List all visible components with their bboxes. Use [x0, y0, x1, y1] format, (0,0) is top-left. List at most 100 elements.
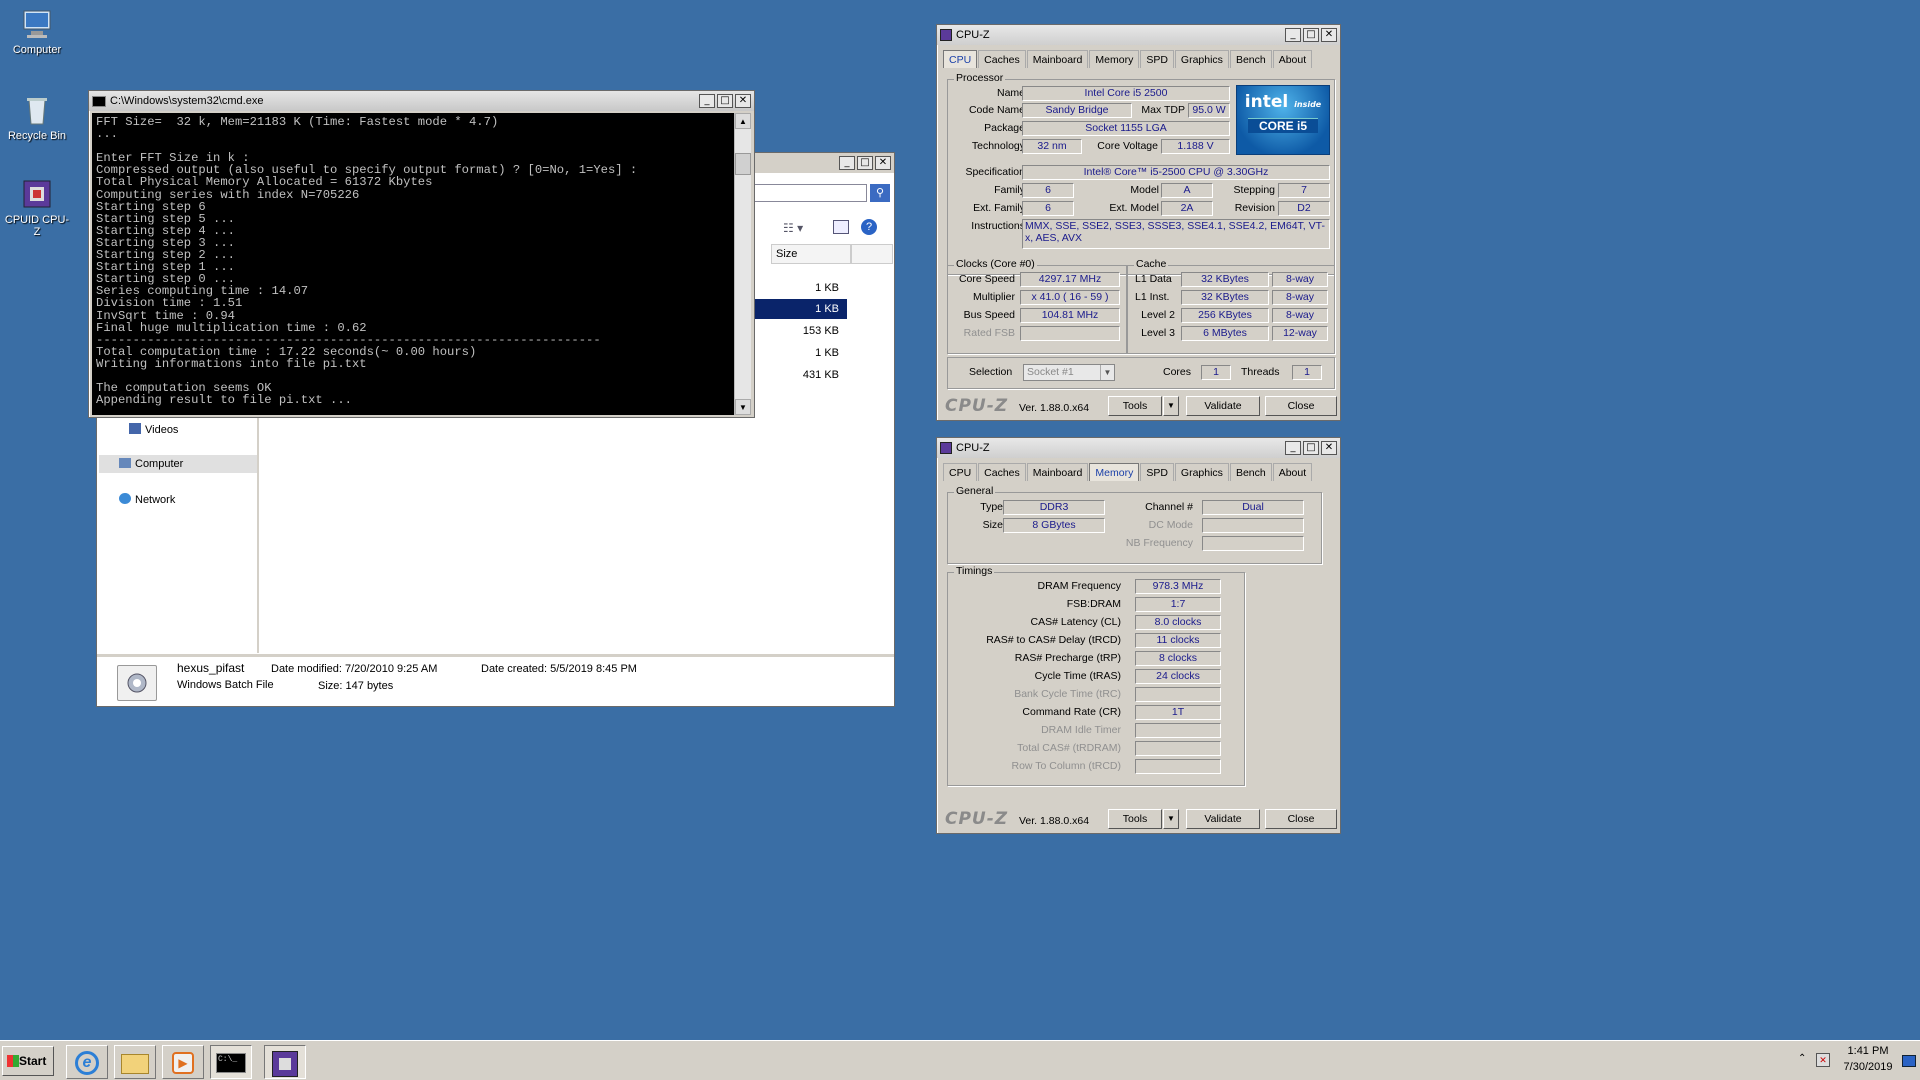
validate-button[interactable]: Validate	[1186, 396, 1260, 416]
tab-caches[interactable]: Caches	[978, 463, 1026, 481]
l3-way-field: 12-way	[1272, 326, 1328, 341]
model-label: Model	[1130, 184, 1159, 196]
cpuz-tabs: CPU Caches Mainboard Memory SPD Graphics…	[943, 50, 1313, 68]
tools-dropdown-icon[interactable]: ▼	[1163, 396, 1179, 416]
file-size-cell[interactable]: 153 KB	[747, 321, 847, 341]
cas-field: 8.0 clocks	[1135, 615, 1221, 630]
cpuz-memory-window: CPU-Z _ □ ✕ CPU Caches Mainboard Memory …	[936, 437, 1341, 834]
maximize-button[interactable]: □	[1303, 441, 1319, 455]
cpuz-app-icon	[940, 29, 952, 41]
validate-button[interactable]: Validate	[1186, 809, 1260, 829]
close-button[interactable]: Close	[1265, 809, 1337, 829]
minimize-button[interactable]: _	[699, 94, 715, 108]
codename-field: Sandy Bridge	[1022, 103, 1132, 118]
minimize-button[interactable]: _	[839, 156, 855, 170]
file-size-cell[interactable]: 1 KB	[747, 278, 847, 298]
l3-label: Level 3	[1141, 327, 1175, 339]
tab-about[interactable]: About	[1272, 463, 1313, 481]
maximize-button[interactable]: □	[1303, 28, 1319, 42]
close-button[interactable]: ✕	[1321, 28, 1337, 42]
tray-chevron-icon[interactable]: ⌃	[1798, 1053, 1806, 1064]
corevoltage-label: Core Voltage	[1097, 140, 1158, 152]
view-options-icon[interactable]: ☷ ▾	[783, 221, 803, 235]
tab-about[interactable]: About	[1272, 50, 1313, 68]
desktop-icon-recycle-bin[interactable]: Recycle Bin	[2, 94, 72, 142]
corespeed-label: Core Speed	[958, 273, 1015, 285]
search-icon[interactable]: ⚲	[870, 184, 890, 202]
scroll-down-icon[interactable]: ▼	[735, 399, 751, 415]
scroll-up-icon[interactable]: ▲	[735, 113, 751, 129]
maximize-button[interactable]: □	[857, 156, 873, 170]
taskbar-cmd[interactable]: C:\_	[210, 1045, 252, 1079]
tools-dropdown-icon[interactable]: ▼	[1163, 809, 1179, 829]
taskbar-cpuz[interactable]	[264, 1045, 306, 1079]
tab-caches[interactable]: Caches	[978, 50, 1026, 68]
tab-memory[interactable]: Memory	[1089, 50, 1140, 68]
help-icon[interactable]: ?	[861, 219, 877, 235]
technology-field: 32 nm	[1022, 139, 1082, 154]
version-label: Ver. 1.88.0.x64	[1019, 815, 1090, 827]
close-button[interactable]: ✕	[1321, 441, 1337, 455]
column-header-size[interactable]: Size	[771, 244, 851, 264]
cmd-scrollbar[interactable]: ▲ ▼	[734, 113, 751, 415]
nav-item-computer[interactable]: Computer	[99, 455, 257, 473]
maximize-button[interactable]: □	[717, 94, 733, 108]
busspeed-field: 104.81 MHz	[1020, 308, 1120, 323]
tab-memory[interactable]: Memory	[1089, 463, 1140, 481]
tab-graphics[interactable]: Graphics	[1174, 50, 1229, 68]
action-center-icon[interactable]	[1902, 1055, 1916, 1067]
taskbar-explorer[interactable]	[114, 1045, 156, 1079]
group-title: Processor	[954, 72, 1006, 84]
preview-pane-icon[interactable]	[833, 220, 849, 234]
tab-cpu[interactable]: CPU	[943, 463, 978, 481]
tab-cpu[interactable]: CPU	[943, 50, 978, 68]
close-button[interactable]: ✕	[735, 94, 751, 108]
tab-bench[interactable]: Bench	[1229, 50, 1272, 68]
file-size-cell[interactable]: 1 KB	[747, 299, 847, 319]
cpuz-icon	[21, 178, 53, 210]
file-size-cell[interactable]: 431 KB	[747, 365, 847, 385]
nav-item-network[interactable]: Network	[119, 493, 175, 506]
desktop-icon-cpuz[interactable]: CPUID CPU-Z	[2, 178, 72, 238]
tab-mainboard[interactable]: Mainboard	[1026, 463, 1089, 481]
tools-button[interactable]: Tools	[1108, 809, 1162, 829]
tab-graphics[interactable]: Graphics	[1174, 463, 1229, 481]
column-header-empty[interactable]	[851, 244, 893, 264]
details-filetype: Windows Batch File	[177, 679, 274, 691]
desktop-icon-computer[interactable]: Computer	[2, 8, 72, 56]
extfamily-label: Ext. Family	[973, 202, 1025, 214]
trcd-label: RAS# to CAS# Delay (tRCD)	[986, 634, 1121, 646]
close-button[interactable]: ✕	[875, 156, 891, 170]
busspeed-label: Bus Speed	[963, 309, 1015, 321]
tab-spd[interactable]: SPD	[1140, 463, 1174, 481]
tab-spd[interactable]: SPD	[1140, 50, 1174, 68]
socket-select[interactable]: Socket #1 ▼	[1023, 364, 1115, 381]
explorer-search-box[interactable]	[747, 184, 867, 202]
clock-time[interactable]: 1:41 PM	[1838, 1045, 1898, 1057]
tab-mainboard[interactable]: Mainboard	[1026, 50, 1089, 68]
name-label: Name	[996, 87, 1025, 99]
command-rate-label: Command Rate (CR)	[1022, 706, 1121, 718]
file-size-cell[interactable]: 1 KB	[747, 343, 847, 363]
taskbar-media-player[interactable]: ▶	[162, 1045, 204, 1079]
cpuz-titlebar: CPU-Z _ □ ✕	[937, 25, 1340, 45]
network-tray-icon[interactable]: ✕	[1816, 1053, 1830, 1067]
cmd-line: Starting step 6	[96, 199, 206, 214]
close-button[interactable]: Close	[1265, 396, 1337, 416]
tab-bench[interactable]: Bench	[1229, 463, 1272, 481]
extmodel-field: 2A	[1161, 201, 1213, 216]
start-button[interactable]: Start	[2, 1046, 54, 1076]
chevron-down-icon[interactable]: ▼	[1100, 365, 1114, 380]
cmd-output[interactable]: FFT Size= 32 k, Mem=21183 K (Time: Faste…	[92, 113, 734, 415]
nav-item-videos[interactable]: Videos	[129, 423, 178, 436]
computer-icon	[119, 458, 131, 468]
minimize-button[interactable]: _	[1285, 28, 1301, 42]
l1i-label: L1 Inst.	[1135, 291, 1170, 303]
extfamily-field: 6	[1022, 201, 1074, 216]
minimize-button[interactable]: _	[1285, 441, 1301, 455]
tools-button[interactable]: Tools	[1108, 396, 1162, 416]
clock-date[interactable]: 7/30/2019	[1838, 1061, 1898, 1073]
instructions-field: MMX, SSE, SSE2, SSE3, SSSE3, SSE4.1, SSE…	[1022, 219, 1330, 249]
taskbar-internet-explorer[interactable]: e	[66, 1045, 108, 1079]
scroll-thumb[interactable]	[735, 153, 751, 175]
